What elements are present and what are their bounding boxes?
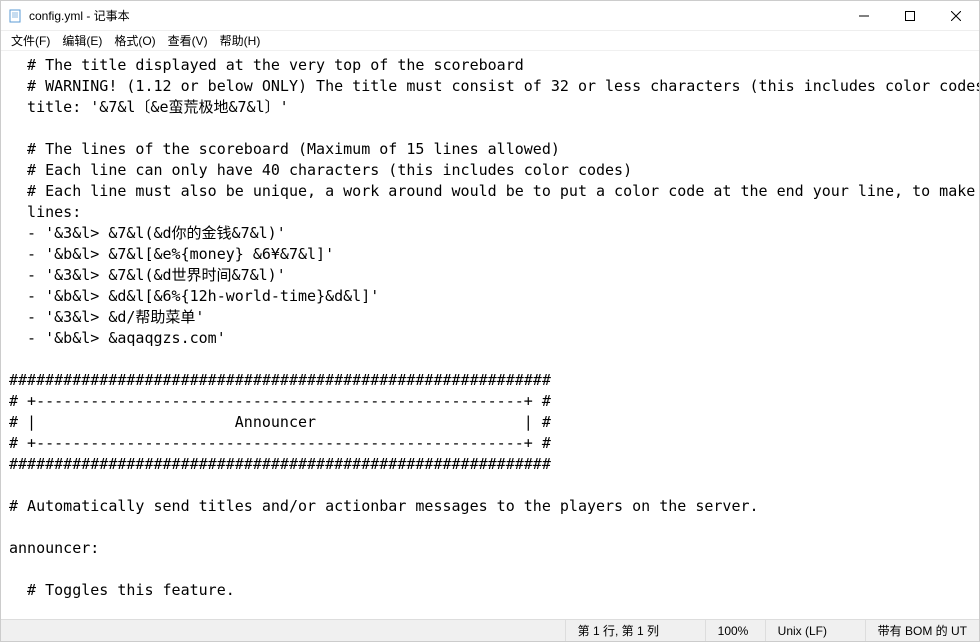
menu-format[interactable]: 格式(O) (108, 30, 161, 51)
text-editor[interactable]: # The title displayed at the very top of… (1, 51, 979, 619)
status-encoding: 带有 BOM 的 UT (865, 620, 979, 641)
statusbar: 第 1 行, 第 1 列 100% Unix (LF) 带有 BOM 的 UT (1, 619, 979, 641)
menu-view[interactable]: 查看(V) (162, 30, 214, 51)
titlebar[interactable]: config.yml - 记事本 (1, 1, 979, 31)
notepad-window: config.yml - 记事本 文件(F) 编辑(E) 格式(O) 查看(V)… (0, 0, 980, 642)
status-lineending: Unix (LF) (765, 620, 865, 641)
status-zoom: 100% (705, 620, 765, 641)
menubar: 文件(F) 编辑(E) 格式(O) 查看(V) 帮助(H) (1, 31, 979, 51)
window-controls (841, 1, 979, 30)
window-title: config.yml - 记事本 (29, 7, 841, 24)
status-position: 第 1 行, 第 1 列 (565, 620, 705, 641)
menu-file[interactable]: 文件(F) (5, 30, 56, 51)
maximize-button[interactable] (887, 1, 933, 30)
notepad-icon (7, 8, 23, 24)
menu-edit[interactable]: 编辑(E) (56, 30, 108, 51)
close-button[interactable] (933, 1, 979, 30)
menu-help[interactable]: 帮助(H) (214, 30, 267, 51)
minimize-button[interactable] (841, 1, 887, 30)
editor-wrap: # The title displayed at the very top of… (1, 51, 979, 619)
